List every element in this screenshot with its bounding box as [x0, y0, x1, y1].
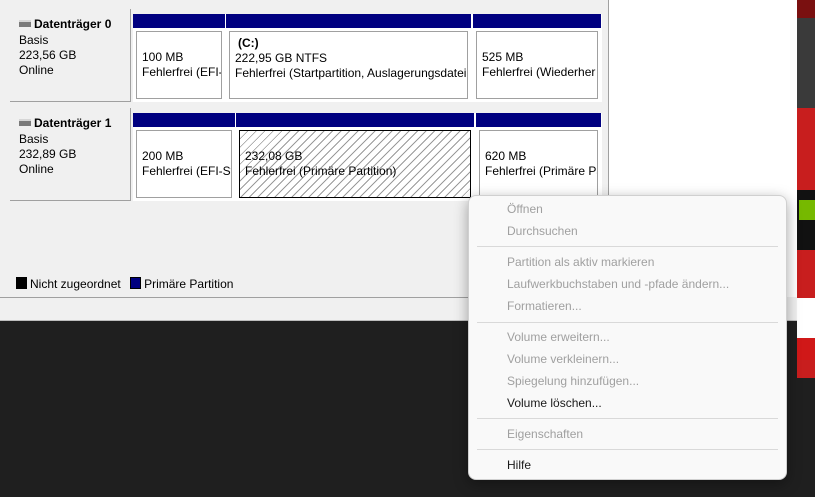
partition-status: Fehlerfrei (Wiederher	[482, 65, 596, 79]
disk-status: Online	[19, 63, 54, 77]
partition-size: 200 MB	[142, 149, 184, 163]
disk-size: 223,56 GB	[19, 48, 77, 62]
menu-item-delete-volume[interactable]: Volume löschen...	[507, 393, 602, 413]
partition-size: 232,08 GB	[245, 149, 303, 163]
menu-item-open[interactable]: Öffnen	[507, 199, 543, 219]
partition-status: Fehlerfrei (Startpartition, Auslagerungs…	[235, 66, 468, 80]
partition-bar	[476, 113, 601, 127]
disk-0-label[interactable]: Datenträger 0 Basis 223,56 GB Online	[10, 9, 131, 102]
partition-title: (C:)	[238, 36, 259, 50]
partition-primary-620mb[interactable]: 620 MB Fehlerfrei (Primäre Pa	[476, 113, 601, 201]
disk-size: 232,89 GB	[19, 147, 77, 161]
partition-bar	[226, 14, 471, 28]
menu-item-shrink-volume[interactable]: Volume verkleinern...	[507, 349, 619, 369]
legend-primary-label: Primäre Partition	[144, 277, 234, 291]
disk-icon	[19, 20, 31, 27]
menu-separator	[477, 418, 778, 419]
disk-1-label[interactable]: Datenträger 1 Basis 232,89 GB Online	[10, 108, 131, 201]
menu-separator	[477, 322, 778, 323]
partition-status: Fehlerfrei (EFI-	[142, 65, 222, 79]
menu-item-format[interactable]: Formatieren...	[507, 296, 582, 316]
menu-separator	[477, 246, 778, 247]
disk-1-partitions: 200 MB Fehlerfrei (EFI-Sy 232,08 GB Fehl…	[133, 113, 602, 201]
partition-efi[interactable]: 100 MB Fehlerfrei (EFI-	[133, 14, 225, 102]
partition-bar	[133, 14, 225, 28]
partition-bar	[473, 14, 601, 28]
partition-recovery[interactable]: 525 MB Fehlerfrei (Wiederher	[473, 14, 601, 102]
disk-type: Basis	[19, 33, 49, 47]
menu-item-properties[interactable]: Eigenschaften	[507, 424, 583, 444]
partition-size: 525 MB	[482, 50, 524, 64]
disk-name: Datenträger 1	[34, 116, 112, 130]
partition-size: 620 MB	[485, 149, 527, 163]
menu-separator	[477, 449, 778, 450]
disk-icon	[19, 119, 31, 126]
menu-item-explore[interactable]: Durchsuchen	[507, 221, 578, 241]
background-ad-strip	[797, 0, 815, 378]
partition-status: Fehlerfrei (EFI-Sy	[142, 164, 232, 178]
partition-efi[interactable]: 200 MB Fehlerfrei (EFI-Sy	[133, 113, 235, 201]
logo-icon	[799, 200, 815, 220]
partition-primary-selected[interactable]: 232,08 GB Fehlerfrei (Primäre Partition)	[236, 113, 474, 201]
disk-status: Online	[19, 162, 54, 176]
legend-unallocated-label: Nicht zugeordnet	[30, 277, 121, 291]
partition-size: 222,95 GB NTFS	[235, 51, 328, 65]
partition-status: Fehlerfrei (Primäre Partition)	[245, 164, 397, 178]
partition-size: 100 MB	[142, 50, 184, 64]
legend: Nicht zugeordnet Primäre Partition	[10, 274, 233, 294]
partition-status: Fehlerfrei (Primäre Pa	[485, 164, 598, 178]
legend-unallocated-swatch	[16, 277, 27, 289]
menu-item-mark-active[interactable]: Partition als aktiv markieren	[507, 252, 654, 272]
partition-c[interactable]: (C:) 222,95 GB NTFS Fehlerfrei (Startpar…	[226, 14, 471, 102]
disk-name: Datenträger 0	[34, 17, 112, 31]
context-menu: Öffnen Durchsuchen Partition als aktiv m…	[468, 195, 787, 480]
partition-bar	[236, 113, 474, 127]
disk-0-partitions: 100 MB Fehlerfrei (EFI- (C:) 222,95 GB N…	[133, 14, 602, 102]
partition-bar	[133, 113, 235, 127]
disk-type: Basis	[19, 132, 49, 146]
menu-item-extend-volume[interactable]: Volume erweitern...	[507, 327, 610, 347]
legend-primary-swatch	[130, 277, 142, 289]
menu-item-change-drive-letter[interactable]: Laufwerkbuchstaben und -pfade ändern...	[507, 274, 729, 294]
menu-item-add-mirror[interactable]: Spiegelung hinzufügen...	[507, 371, 639, 391]
menu-item-help[interactable]: Hilfe	[507, 455, 531, 475]
